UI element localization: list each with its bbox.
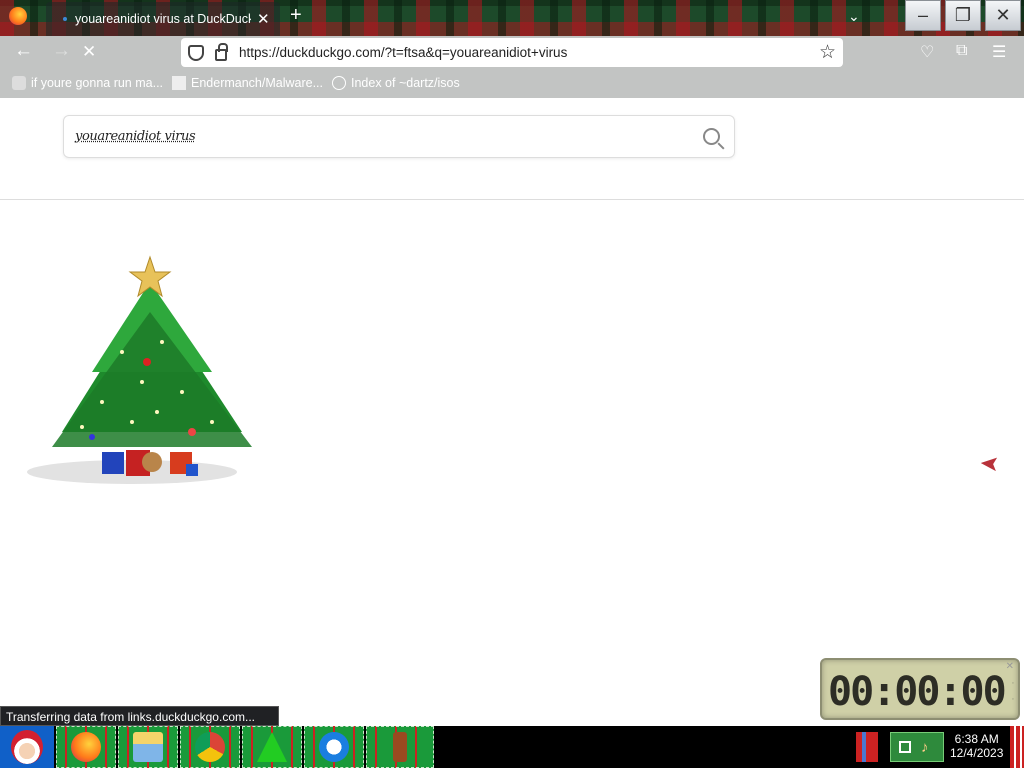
taskbar-app[interactable] xyxy=(56,726,116,768)
page-content: youareanidiot virus xyxy=(0,98,1024,726)
clock-widget[interactable]: ✕ 00:00:00 ◦ ◦ xyxy=(820,658,1020,720)
network-icon[interactable] xyxy=(899,741,911,753)
start-button[interactable] xyxy=(0,726,54,768)
messenger-icon xyxy=(319,732,349,762)
list-tabs-icon[interactable]: ⌄ xyxy=(848,8,860,25)
taskbar-app[interactable] xyxy=(118,726,178,768)
chrome-icon xyxy=(195,732,225,762)
tab-loading-icon xyxy=(63,17,67,21)
browser-titlebar: youareanidiot virus at DuckDuckGo ✕ + ⌄ … xyxy=(0,0,1024,36)
clock-date: 12/4/2023 xyxy=(950,746,1004,760)
address-bar[interactable]: https://duckduckgo.com/?t=ftsa&q=youarea… xyxy=(181,38,843,67)
widget-option-icon[interactable]: ◦ xyxy=(1012,680,1014,687)
bookmark-star-icon[interactable]: ☆ xyxy=(819,41,836,64)
bookmarks-bar: if youre gonna run ma... Endermanch/Malw… xyxy=(0,70,1024,98)
taskbar-app[interactable] xyxy=(242,726,302,768)
new-tab-icon[interactable]: + xyxy=(290,4,302,27)
firefox-icon xyxy=(71,732,101,762)
extensions-icon[interactable]: ⧉ xyxy=(956,42,967,60)
bookmark-page-icon xyxy=(12,76,26,90)
github-icon xyxy=(172,76,186,90)
language-indicator[interactable] xyxy=(856,732,878,762)
browser-tab[interactable]: youareanidiot virus at DuckDuckGo ✕ xyxy=(46,2,280,36)
clock-time: 6:38 AM xyxy=(954,732,999,746)
bookmark-label: Index of ~dartz/isos xyxy=(351,76,460,90)
bookmark-item[interactable]: Endermanch/Malware... xyxy=(172,76,323,90)
globe-icon xyxy=(332,76,346,90)
santa-icon xyxy=(11,730,43,764)
show-desktop-button[interactable] xyxy=(1010,726,1024,768)
pocket-icon[interactable]: ♡ xyxy=(920,42,934,62)
mouse-cursor xyxy=(981,453,1004,476)
status-bar: Transferring data from links.duckduckgo.… xyxy=(0,706,279,726)
app-menu-icon[interactable]: ☰ xyxy=(992,42,1006,62)
close-window-button[interactable]: ✕ xyxy=(985,0,1021,31)
widget-option-icon[interactable]: ◦ xyxy=(1012,696,1014,703)
taskbar: ♪ 6:38 AM 12/4/2023 xyxy=(0,726,1024,768)
christmas-tree-icon xyxy=(27,255,252,484)
tab-title: youareanidiot virus at DuckDuckGo xyxy=(75,12,251,26)
search-box[interactable]: youareanidiot virus xyxy=(63,115,735,158)
restore-button[interactable]: ❐ xyxy=(945,0,981,31)
taskbar-clock[interactable]: 6:38 AM 12/4/2023 xyxy=(950,732,1003,760)
firefox-menu-icon[interactable] xyxy=(9,7,27,25)
navigation-toolbar: ← → ✕ https://duckduckgo.com/?t=ftsa&q=y… xyxy=(0,36,1024,70)
forward-icon[interactable]: → xyxy=(52,40,71,62)
header-divider xyxy=(0,199,1024,200)
stop-loading-icon[interactable]: ✕ xyxy=(82,42,96,62)
christmas-tree-icon xyxy=(257,732,287,762)
taskbar-app[interactable] xyxy=(304,726,364,768)
reindeer-icon xyxy=(393,732,407,762)
taskbar-app[interactable] xyxy=(366,726,434,768)
volume-icon[interactable]: ♪ xyxy=(921,739,929,756)
url-text[interactable]: https://duckduckgo.com/?t=ftsa&q=youarea… xyxy=(239,45,567,60)
file-explorer-icon xyxy=(133,732,163,762)
bookmark-item[interactable]: if youre gonna run ma... xyxy=(12,76,163,90)
tracking-protection-icon[interactable] xyxy=(188,44,204,61)
widget-close-icon[interactable]: ✕ xyxy=(1006,661,1014,672)
tab-close-icon[interactable]: ✕ xyxy=(257,10,270,28)
bookmark-item[interactable]: Index of ~dartz/isos xyxy=(332,76,460,90)
system-tray[interactable]: ♪ xyxy=(890,732,944,762)
bookmark-label: if youre gonna run ma... xyxy=(31,76,164,90)
taskbar-app[interactable] xyxy=(180,726,240,768)
lock-icon[interactable] xyxy=(215,42,228,61)
clock-display: 00:00:00 xyxy=(828,669,1007,715)
bookmark-label: Endermanch/Malware... xyxy=(191,76,324,90)
back-icon[interactable]: ← xyxy=(14,40,33,62)
minimize-button[interactable]: – xyxy=(905,0,941,31)
search-icon[interactable] xyxy=(703,128,720,145)
search-input[interactable]: youareanidiot virus xyxy=(75,129,196,144)
